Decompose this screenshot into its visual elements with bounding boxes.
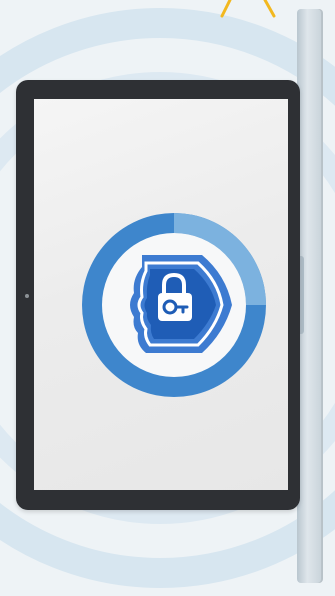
- illustration-canvas: [0, 0, 335, 596]
- tablet-screen: [34, 99, 288, 490]
- camera-icon: [25, 294, 29, 298]
- security-emblem: [82, 213, 266, 397]
- tablet-device: [16, 80, 300, 510]
- spark-icon: [220, 0, 276, 18]
